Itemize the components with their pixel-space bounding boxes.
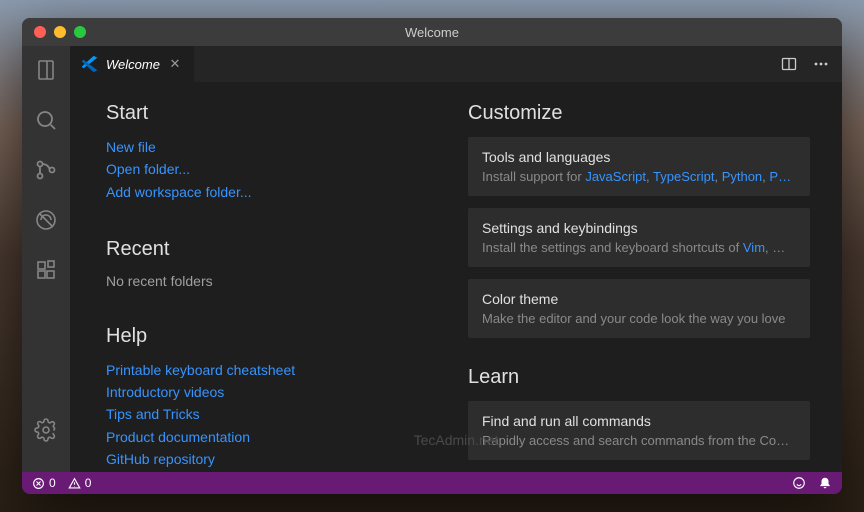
card-desc: Install the settings and keyboard shortc… <box>482 240 796 255</box>
activity-bar <box>22 46 70 472</box>
section-heading-customize: Customize <box>468 102 810 125</box>
more-actions-icon[interactable] <box>812 55 830 73</box>
section-heading-recent: Recent <box>106 238 448 261</box>
close-icon[interactable]: ✕ <box>168 57 182 71</box>
card-tools-languages[interactable]: Tools and languages Install support for … <box>468 137 810 196</box>
link-docs[interactable]: Product documentation <box>106 427 448 447</box>
traffic-lights <box>22 26 86 38</box>
card-title: Settings and keybindings <box>482 220 796 236</box>
section-heading-learn: Learn <box>468 366 810 389</box>
link-github[interactable]: GitHub repository <box>106 449 448 469</box>
status-warnings[interactable]: 0 <box>68 476 92 490</box>
tab-label: Welcome <box>106 57 160 72</box>
section-heading-help: Help <box>106 325 448 348</box>
status-feedback[interactable] <box>792 476 806 490</box>
split-editor-icon[interactable] <box>780 55 798 73</box>
link-tips[interactable]: Tips and Tricks <box>106 404 448 424</box>
vscode-logo-icon <box>82 56 98 72</box>
extensions-icon[interactable] <box>32 256 60 284</box>
source-control-icon[interactable] <box>32 156 60 184</box>
card-title: Find and run all commands <box>482 413 796 429</box>
card-desc: Make the editor and your code look the w… <box>482 311 796 326</box>
warning-icon <box>68 477 81 490</box>
body-area: Welcome ✕ Start New file Open folder... … <box>22 46 842 472</box>
status-errors[interactable]: 0 <box>32 476 56 490</box>
search-icon[interactable] <box>32 106 60 134</box>
link-add-workspace-folder[interactable]: Add workspace folder... <box>106 182 448 202</box>
error-count: 0 <box>49 476 56 490</box>
window-title: Welcome <box>405 25 459 40</box>
welcome-content: Start New file Open folder... Add worksp… <box>70 82 842 472</box>
debug-icon[interactable] <box>32 206 60 234</box>
card-title: Color theme <box>482 291 796 307</box>
maximize-window-button[interactable] <box>74 26 86 38</box>
left-column: Start New file Open folder... Add worksp… <box>106 102 448 452</box>
card-desc: Install support for JavaScript, TypeScri… <box>482 169 796 184</box>
main-area: Welcome ✕ Start New file Open folder... … <box>70 46 842 472</box>
link-intro-videos[interactable]: Introductory videos <box>106 382 448 402</box>
status-bar: 0 0 <box>22 472 842 494</box>
settings-gear-icon[interactable] <box>32 416 60 444</box>
card-color-theme[interactable]: Color theme Make the editor and your cod… <box>468 279 810 338</box>
app-window: Welcome Welcome ✕ <box>22 18 842 494</box>
explorer-icon[interactable] <box>32 56 60 84</box>
tab-welcome[interactable]: Welcome ✕ <box>70 46 195 82</box>
card-title: Tools and languages <box>482 149 796 165</box>
error-icon <box>32 477 45 490</box>
link-cheatsheet[interactable]: Printable keyboard cheatsheet <box>106 360 448 380</box>
right-column: Customize Tools and languages Install su… <box>468 102 810 452</box>
smiley-icon <box>792 476 806 490</box>
warning-count: 0 <box>85 476 92 490</box>
link-open-folder[interactable]: Open folder... <box>106 159 448 179</box>
bell-icon <box>818 476 832 490</box>
card-settings-keybindings[interactable]: Settings and keybindings Install the set… <box>468 208 810 267</box>
card-find-run-commands[interactable]: Find and run all commands Rapidly access… <box>468 401 810 460</box>
titlebar[interactable]: Welcome <box>22 18 842 46</box>
minimize-window-button[interactable] <box>54 26 66 38</box>
tab-bar: Welcome ✕ <box>70 46 842 82</box>
close-window-button[interactable] <box>34 26 46 38</box>
link-new-file[interactable]: New file <box>106 137 448 157</box>
card-desc: Rapidly access and search commands from … <box>482 433 796 448</box>
section-heading-start: Start <box>106 102 448 125</box>
recent-empty-text: No recent folders <box>106 273 448 289</box>
status-notifications[interactable] <box>818 476 832 490</box>
